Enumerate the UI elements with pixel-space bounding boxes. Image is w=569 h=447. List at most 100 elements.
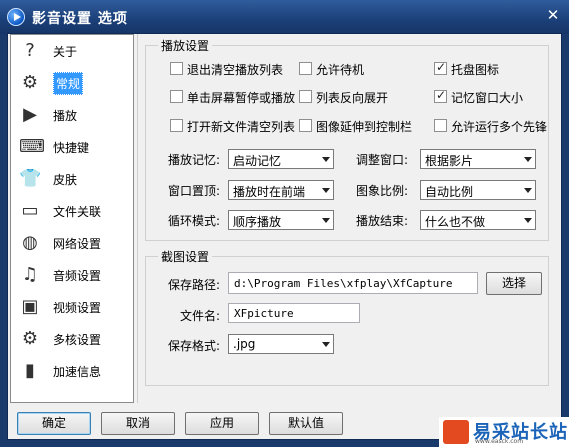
- select-value: 播放时在前端: [233, 185, 306, 199]
- sidebar-item-label: 网络设置: [53, 237, 102, 251]
- window-on-top-select[interactable]: 播放时在前端: [228, 180, 334, 200]
- sidebar-item-audio[interactable]: ♫ 音频设置: [15, 262, 131, 288]
- checkbox-box[interactable]: [434, 60, 447, 75]
- sidebar-item-label: 多核设置: [53, 333, 102, 347]
- dropdown-arrow-icon: [524, 157, 532, 162]
- checkbox-box[interactable]: [170, 90, 183, 103]
- capture-settings-group: 截图设置 保存路径: d:\Program Files\xfplay\XfCap…: [145, 248, 549, 386]
- sidebar-item-label: 快捷键: [53, 141, 90, 155]
- group-title: 播放设置: [158, 37, 213, 54]
- window-title: 影音设置 选项: [32, 11, 128, 27]
- save-format-label: 保存格式:: [168, 339, 221, 353]
- dropdown-arrow-icon: [524, 218, 532, 223]
- window-on-top-label: 窗口置顶:: [168, 184, 221, 198]
- gear-icon: ⚙: [21, 72, 39, 93]
- checkbox-label: 托盘图标: [451, 63, 500, 77]
- sidebar-item-file-association[interactable]: ▭ 文件关联: [15, 198, 131, 224]
- field-value: XFpicture: [234, 307, 294, 320]
- acceleration-icon: ▮: [25, 360, 35, 381]
- filename-field[interactable]: XFpicture: [228, 303, 360, 323]
- save-path-field[interactable]: d:\Program Files\xfplay\XfCapture: [228, 272, 478, 294]
- playback-memory-select[interactable]: 启动记忆: [228, 149, 334, 169]
- dropdown-arrow-icon: [322, 157, 330, 162]
- select-value: 顺序播放: [233, 215, 282, 229]
- checkbox-label: 退出清空播放列表: [187, 63, 284, 77]
- play-icon: ▶: [23, 104, 37, 125]
- sidebar-item-label: 视频设置: [53, 301, 102, 315]
- sidebar-item-label: 关于: [53, 45, 78, 59]
- adjust-window-label: 调整窗口:: [356, 153, 409, 167]
- sidebar-item-network[interactable]: ◍ 网络设置: [15, 230, 131, 256]
- playback-memory-label: 播放记忆:: [168, 153, 221, 167]
- multicore-icon: ⚙: [21, 328, 39, 349]
- save-format-select[interactable]: .jpg: [228, 334, 334, 354]
- app-logo-icon: [7, 8, 25, 26]
- checkbox-label: 单击屏幕暂停或播放: [187, 91, 296, 105]
- sidebar-item-general[interactable]: ⚙ 常规: [15, 70, 131, 96]
- dropdown-arrow-icon: [322, 342, 330, 347]
- select-value: 根据影片: [425, 154, 474, 168]
- group-title: 截图设置: [158, 248, 213, 265]
- sidebar-item-hotkeys[interactable]: ⌨ 快捷键: [15, 134, 131, 160]
- checkbox-label: 图像延伸到控制栏: [316, 120, 413, 134]
- browse-button[interactable]: 选择: [486, 272, 542, 295]
- checkbox-box[interactable]: [170, 62, 183, 75]
- close-button[interactable]: ✕: [545, 8, 561, 24]
- globe-icon: ◍: [22, 232, 38, 253]
- tv-icon: ▣: [21, 296, 39, 317]
- save-path-label: 保存路径:: [168, 278, 221, 292]
- select-value: 启动记忆: [233, 154, 282, 168]
- checkbox-label: 允许运行多个先锋: [451, 120, 548, 134]
- select-value: .jpg: [233, 337, 256, 351]
- playback-end-label: 播放结束:: [356, 214, 409, 228]
- sidebar-item-label: 皮肤: [53, 173, 78, 187]
- checkbox-box[interactable]: [170, 119, 183, 132]
- site-watermark: 易采站长站 www.easck.com: [439, 417, 569, 447]
- ok-button[interactable]: 确定: [17, 412, 91, 435]
- apply-button[interactable]: 应用: [185, 412, 259, 435]
- loop-mode-label: 循环模式:: [168, 214, 221, 228]
- sidebar-item-playback[interactable]: ▶ 播放: [15, 102, 131, 128]
- checkbox-label: 列表反向展开: [316, 91, 389, 105]
- checkbox-label: 打开新文件清空列表: [187, 120, 296, 134]
- checkbox-label: 允许待机: [316, 63, 365, 77]
- loop-mode-select[interactable]: 顺序播放: [228, 210, 334, 230]
- sidebar-item-about[interactable]: ? 关于: [15, 38, 131, 64]
- sidebar-item-label: 常规: [53, 72, 84, 95]
- adjust-window-select[interactable]: 根据影片: [420, 149, 536, 169]
- about-icon: ?: [25, 40, 35, 61]
- keyboard-icon: ⌨: [19, 136, 45, 157]
- checkbox-box[interactable]: [434, 119, 447, 132]
- filename-label: 文件名:: [180, 309, 221, 323]
- dropdown-arrow-icon: [322, 218, 330, 223]
- checkbox-box[interactable]: [434, 88, 447, 103]
- audio-icon: ♫: [21, 264, 39, 285]
- sidebar-item-label: 文件关联: [53, 205, 102, 219]
- cancel-button[interactable]: 取消: [101, 412, 175, 435]
- dialog-body: ? 关于 ⚙ 常规 ▶ 播放 ⌨ 快捷键 👕 皮肤 ▭ 文件关联 ◍ 网络设置 …: [7, 33, 562, 440]
- playback-end-select[interactable]: 什么也不做: [420, 210, 536, 230]
- folder-icon: ▭: [21, 200, 39, 221]
- sidebar-item-video[interactable]: ▣ 视频设置: [15, 294, 131, 320]
- sidebar-item-multicore[interactable]: ⚙ 多核设置: [15, 326, 131, 352]
- select-value: 什么也不做: [425, 215, 486, 229]
- checkbox-label: 记忆窗口大小: [451, 91, 524, 105]
- watermark-logo-icon: [443, 420, 469, 444]
- select-value: 自动比例: [425, 185, 474, 199]
- checkbox-box[interactable]: [299, 62, 312, 75]
- shirt-icon: 👕: [19, 168, 42, 189]
- aspect-ratio-label: 图象比例:: [356, 184, 409, 198]
- checkbox-box[interactable]: [299, 119, 312, 132]
- sidebar-item-skin[interactable]: 👕 皮肤: [15, 166, 131, 192]
- aspect-ratio-select[interactable]: 自动比例: [420, 180, 536, 200]
- playback-settings-group: 播放设置 退出清空播放列表 允许待机 托盘图标 单击屏幕暂停或播放 列表反向展开: [145, 37, 549, 241]
- settings-sidebar: ? 关于 ⚙ 常规 ▶ 播放 ⌨ 快捷键 👕 皮肤 ▭ 文件关联 ◍ 网络设置 …: [10, 34, 134, 403]
- title-bar: 影音设置 选项 ✕: [0, 0, 569, 34]
- sidebar-item-acceleration[interactable]: ▮ 加速信息: [15, 358, 131, 384]
- checkbox-box[interactable]: [299, 90, 312, 103]
- settings-content: 播放设置 退出清空播放列表 允许待机 托盘图标 单击屏幕暂停或播放 列表反向展开: [137, 34, 561, 403]
- sidebar-item-label: 加速信息: [53, 365, 102, 379]
- watermark-url: www.easck.com: [475, 438, 524, 445]
- default-button[interactable]: 默认值: [269, 412, 343, 435]
- dropdown-arrow-icon: [524, 188, 532, 193]
